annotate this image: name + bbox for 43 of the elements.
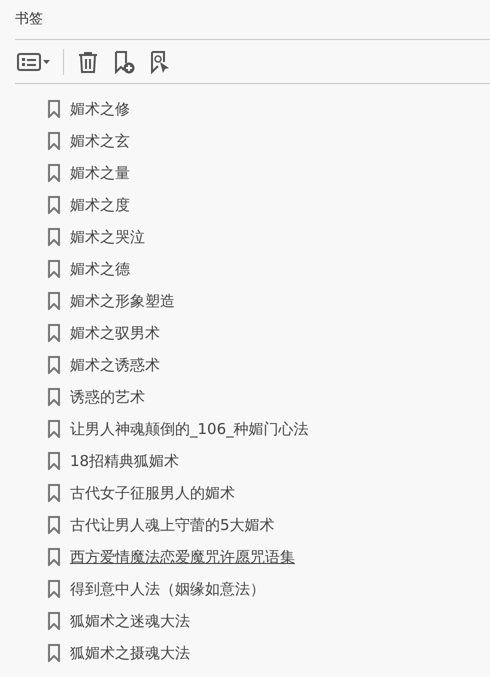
- bookmark-icon: [48, 164, 60, 182]
- bookmark-item[interactable]: 狐媚术之迷魂大法: [70, 610, 190, 632]
- bookmark-item[interactable]: 媚术之德: [70, 258, 130, 280]
- bookmark-icon: [48, 516, 60, 534]
- bookmark-item[interactable]: 狐媚术之摄魂大法: [70, 642, 190, 664]
- trash-icon: [76, 50, 100, 74]
- bookmark-item[interactable]: 诱惑的艺术: [70, 386, 145, 408]
- bookmark-icon: [48, 356, 60, 374]
- list-options-icon: [17, 52, 51, 72]
- bookmark-icon: [48, 548, 60, 566]
- bookmark-icon: [48, 196, 60, 214]
- bookmark-item[interactable]: 媚术之量: [70, 162, 130, 184]
- bookmark-icon: [48, 100, 60, 118]
- bookmark-icon: [48, 420, 60, 438]
- bookmark-icon: [48, 644, 60, 662]
- bookmark-item[interactable]: 让男人神魂颠倒的_106_种媚门心法: [70, 418, 309, 440]
- bookmark-item[interactable]: 媚术之修: [70, 98, 130, 120]
- bookmark-icon: [48, 292, 60, 310]
- bookmark-item[interactable]: 媚术之诱惑术: [70, 354, 160, 376]
- bookmark-item[interactable]: 媚术之形象塑造: [70, 290, 175, 312]
- bookmark-item[interactable]: 媚术之度: [70, 194, 130, 216]
- bookmark-icon: [48, 452, 60, 470]
- panel-title: 书签: [15, 10, 43, 29]
- bookmark-icon: [48, 324, 60, 342]
- bookmark-item[interactable]: 媚术之玄: [70, 130, 130, 152]
- bookmark-item[interactable]: 18招精典狐媚术: [70, 450, 180, 472]
- bookmark-item[interactable]: 古代女子征服男人的媚术: [70, 482, 235, 504]
- bookmark-icon: [48, 132, 60, 150]
- bookmark-item[interactable]: 古代让男人魂上守蕾的5大媚术: [70, 514, 275, 536]
- options-menu-button[interactable]: [15, 52, 51, 72]
- bookmark-icon: [48, 484, 60, 502]
- bookmark-item[interactable]: 媚术之驭男术: [70, 322, 160, 344]
- bookmark-icon: [48, 580, 60, 598]
- bookmark-item[interactable]: 媚术之哭泣: [70, 226, 145, 248]
- bookmark-item[interactable]: 西方爱情魔法恋爱魔咒许愿咒语集: [70, 546, 295, 568]
- bookmark-icon: [48, 388, 60, 406]
- bookmark-plus-icon: [112, 50, 136, 74]
- bookmark-icon: [48, 612, 60, 630]
- bookmark-item[interactable]: 得到意中人法（姻缘如意法）: [70, 578, 265, 600]
- delete-button[interactable]: [76, 50, 100, 74]
- bookmark-icon: [48, 260, 60, 278]
- new-bookmark-button[interactable]: [112, 50, 136, 74]
- bookmark-icon: [48, 228, 60, 246]
